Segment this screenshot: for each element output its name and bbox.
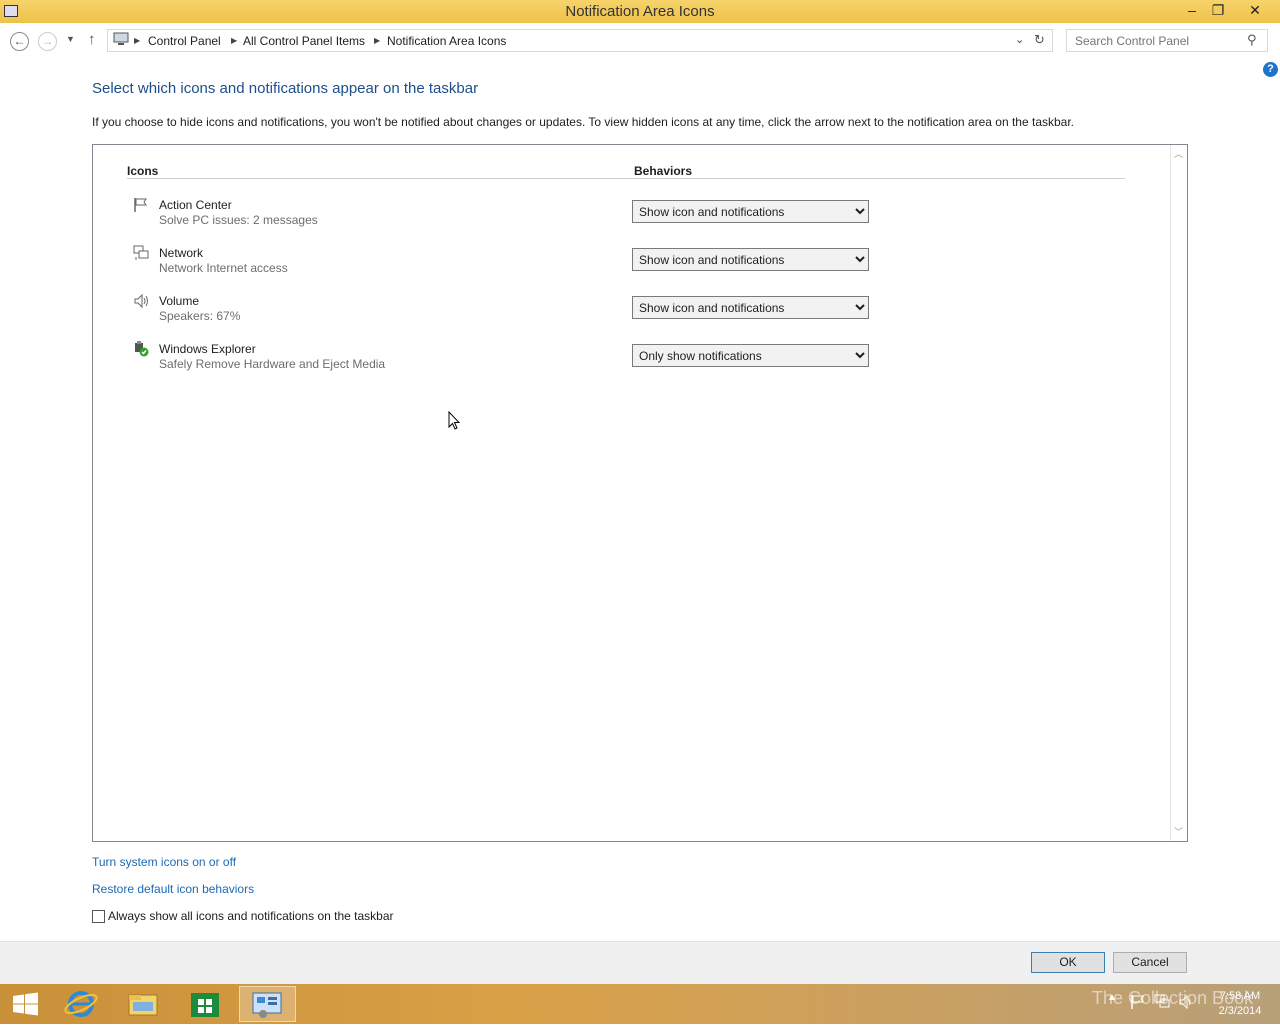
refresh-icon[interactable]: ↻ [1034,32,1045,48]
file-explorer-icon[interactable] [117,986,169,1022]
back-icon[interactable]: ← [10,32,29,51]
window-title: Notification Area Icons [565,3,715,20]
row-name-volume: Volume [159,294,200,308]
tray-network-icon[interactable] [1154,994,1170,1013]
address-dropdown-icon[interactable]: ⌄ [1015,33,1024,46]
breadcrumb-current[interactable]: Notification Area Icons [387,34,506,48]
show-hidden-icons-icon[interactable]: ▲ [1107,992,1117,1003]
windows-logo-icon [13,992,38,1016]
tray-volume-icon[interactable] [1178,994,1194,1013]
vertical-scrollbar[interactable]: ︿ ﹀ [1170,145,1187,841]
page-description: If you choose to hide icons and notifica… [92,115,1075,129]
clock-date: 2/3/2014 [1218,1005,1262,1017]
computer-icon [113,32,129,49]
search-input[interactable] [1073,33,1247,49]
row-detail-volume: Speakers: 67% [159,309,241,323]
control-panel-taskbar-icon[interactable] [239,986,296,1022]
clock-time: 7:58 AM [1219,990,1261,1002]
title-bar: Notification Area Icons – ❐ ✕ [0,0,1280,23]
breadcrumb-separator-icon[interactable]: ▶ [134,36,140,45]
start-button[interactable] [0,986,52,1022]
network-icon [133,245,149,264]
row-name-action-center: Action Center [159,198,232,212]
ok-button[interactable]: OK [1031,952,1105,973]
help-icon[interactable]: ? [1263,62,1278,77]
behavior-select-network[interactable]: Show icon and notifications [632,248,869,271]
behavior-select-windows-explorer[interactable]: Only show notifications [632,344,869,367]
cancel-button[interactable]: Cancel [1113,952,1187,973]
usb-eject-icon [133,341,149,360]
scroll-up-icon[interactable]: ︿ [1174,147,1183,160]
taskbar-clock[interactable]: 7:58 AM 2/3/2014 [1205,989,1275,1019]
header-divider [127,178,1125,179]
breadcrumb-control-panel[interactable]: Control Panel [148,34,221,48]
search-icon[interactable]: ⚲ [1247,32,1257,48]
internet-explorer-icon[interactable] [55,986,107,1022]
column-header-behaviors: Behaviors [634,164,693,178]
recent-locations-icon[interactable]: ▼ [66,34,75,44]
store-icon[interactable] [179,986,231,1022]
row-detail-windows-explorer: Safely Remove Hardware and Eject Media [159,357,386,371]
always-show-checkbox[interactable] [92,910,105,923]
row-name-network: Network [159,246,204,260]
behavior-select-action-center[interactable]: Show icon and notifications [632,200,869,223]
scroll-down-icon[interactable]: ﹀ [1174,825,1183,838]
breadcrumb-separator-icon[interactable]: ▶ [231,36,237,45]
up-arrow-icon[interactable]: ↑ [88,31,96,48]
row-detail-network: Network Internet access [159,261,288,275]
breadcrumb-separator-icon[interactable]: ▶ [374,36,380,45]
mouse-cursor-icon [448,410,461,434]
column-header-icons: Icons [127,164,159,178]
speaker-icon [133,293,149,312]
forward-icon[interactable]: → [38,32,57,51]
flag-icon [133,197,149,216]
search-box[interactable]: ⚲ [1066,29,1268,52]
breadcrumb-all-items[interactable]: All Control Panel Items [243,34,365,48]
tray-flag-icon[interactable] [1130,994,1146,1013]
address-bar[interactable]: ▶ Control Panel ▶ All Control Panel Item… [107,29,1053,52]
always-show-label[interactable]: Always show all icons and notifications … [108,909,394,923]
restore-defaults-link[interactable]: Restore default icon behaviors [92,882,254,896]
close-button[interactable]: ✕ [1240,0,1270,22]
row-detail-action-center: Solve PC issues: 2 messages [159,213,318,227]
row-name-windows-explorer: Windows Explorer [159,342,256,356]
restore-button[interactable]: ❐ [1203,0,1233,22]
page-title: Select which icons and notifications app… [92,80,479,97]
behavior-select-volume[interactable]: Show icon and notifications [632,296,869,319]
turn-system-icons-link[interactable]: Turn system icons on or off [92,855,236,869]
